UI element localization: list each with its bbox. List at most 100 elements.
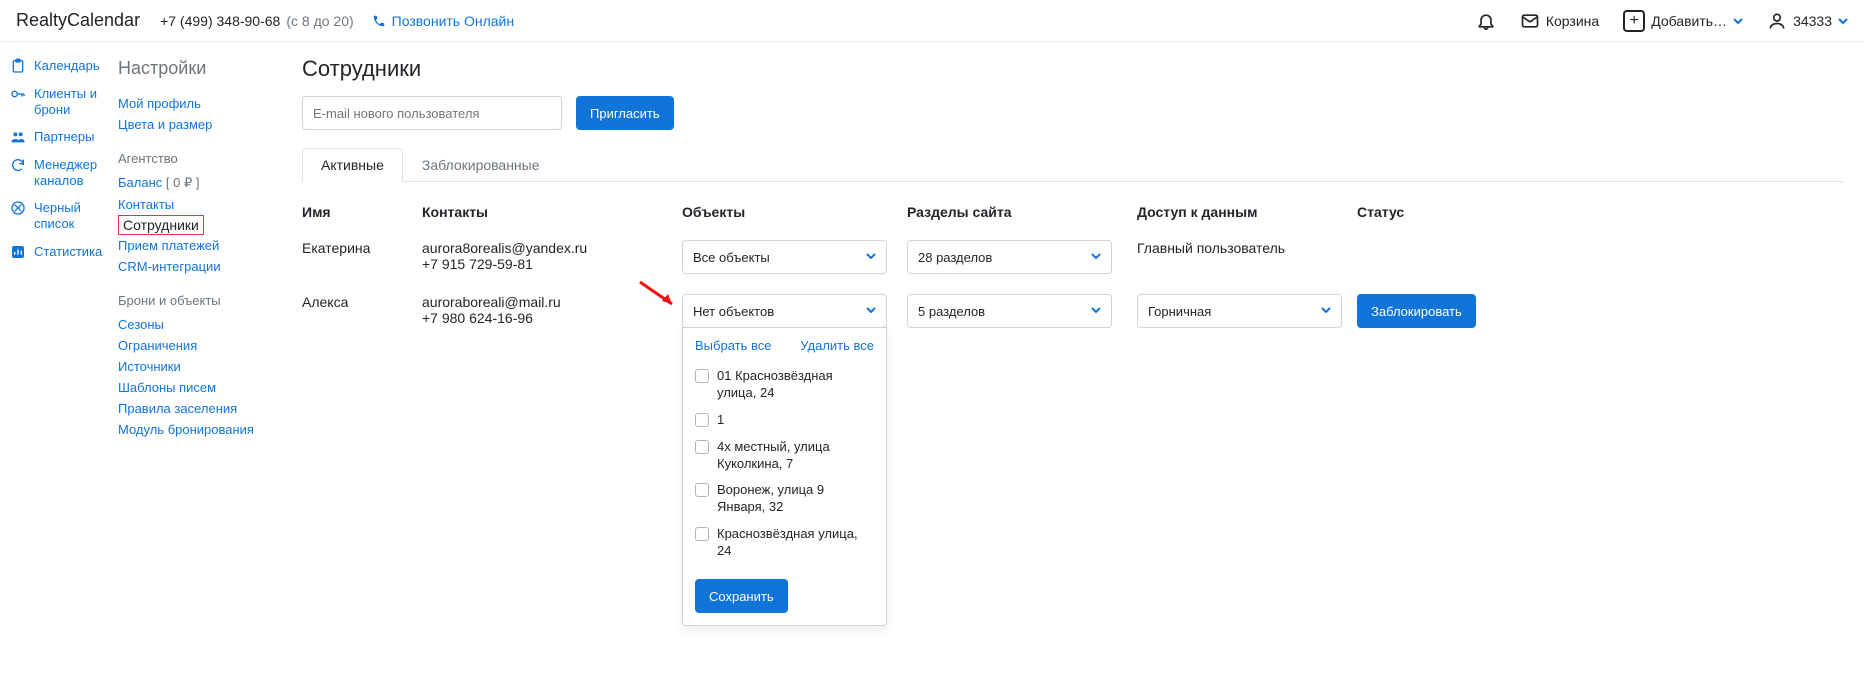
settings-module[interactable]: Модуль бронирования bbox=[118, 419, 282, 440]
checkbox[interactable] bbox=[695, 527, 709, 541]
bell-icon bbox=[1476, 11, 1496, 31]
korzina-button[interactable]: Корзина bbox=[1520, 11, 1599, 31]
tabs: Активные Заблокированные bbox=[302, 148, 1844, 182]
call-online-label: Позвонить Онлайн bbox=[392, 13, 514, 29]
dd-option-label: 1 bbox=[717, 412, 724, 429]
key-icon bbox=[10, 86, 26, 102]
chevron-down-icon bbox=[1733, 18, 1743, 24]
brand-logo[interactable]: RealtyCalendar bbox=[16, 10, 140, 31]
dd-option[interactable]: Воронеж, улица 9 Января, 32 bbox=[695, 477, 874, 521]
dd-option-label: 01 Краснозвёздная улица, 24 bbox=[717, 368, 874, 402]
dd-save-button[interactable]: Сохранить bbox=[695, 579, 788, 613]
checkbox[interactable] bbox=[695, 440, 709, 454]
notifications-button[interactable] bbox=[1476, 11, 1496, 31]
settings-limits[interactable]: Ограничения bbox=[118, 335, 282, 356]
objects-select[interactable]: Нет объектов bbox=[682, 294, 887, 328]
chart-icon bbox=[10, 244, 26, 260]
chevron-down-icon bbox=[1091, 253, 1101, 259]
dd-option-label: 4х местный, улица Куколкина, 7 bbox=[717, 439, 874, 473]
group-bookings: Брони и объекты bbox=[118, 293, 282, 308]
block-button[interactable]: Заблокировать bbox=[1357, 294, 1476, 328]
dd-option[interactable]: Краснозвёздная улица, 24 bbox=[695, 521, 874, 565]
invite-email-input[interactable] bbox=[302, 96, 562, 130]
checkbox[interactable] bbox=[695, 369, 709, 383]
user-menu[interactable]: 34333 bbox=[1767, 11, 1848, 31]
col-access: Доступ к данным bbox=[1137, 204, 1357, 220]
sections-value: 28 разделов bbox=[918, 250, 992, 265]
checkbox[interactable] bbox=[695, 413, 709, 427]
settings-title: Настройки bbox=[118, 58, 282, 79]
cell-phone: +7 915 729-59-81 bbox=[422, 256, 672, 272]
settings-balance[interactable]: Баланс [ 0 ₽ ] bbox=[118, 172, 282, 194]
dd-option[interactable]: 01 Краснозвёздная улица, 24 bbox=[695, 363, 874, 407]
nav-blacklist-label: Черный список bbox=[34, 200, 112, 231]
dd-option[interactable]: 1 bbox=[695, 407, 874, 434]
nav-channels[interactable]: Менеджер каналов bbox=[10, 151, 112, 194]
page-title: Сотрудники bbox=[302, 56, 1844, 82]
nav-calendar[interactable]: Календарь bbox=[10, 52, 112, 80]
tab-blocked[interactable]: Заблокированные bbox=[403, 148, 559, 181]
nav-partners[interactable]: Партнеры bbox=[10, 123, 112, 151]
primary-nav: Календарь Клиенты и брони Партнеры Менед… bbox=[0, 42, 112, 440]
nav-partners-label: Партнеры bbox=[34, 129, 94, 145]
objects-value: Нет объектов bbox=[693, 304, 774, 319]
settings-payments[interactable]: Прием платежей bbox=[118, 235, 282, 256]
phone-number: +7 (499) 348-90-68 bbox=[160, 13, 280, 29]
nav-channels-label: Менеджер каналов bbox=[34, 157, 112, 188]
settings-profile[interactable]: Мой профиль bbox=[118, 93, 282, 114]
nav-blacklist[interactable]: Черный список bbox=[10, 194, 112, 237]
cell-name: Алекса bbox=[302, 294, 422, 310]
dd-select-all[interactable]: Выбрать все bbox=[695, 338, 771, 353]
access-value: Горничная bbox=[1148, 304, 1211, 319]
settings-seasons[interactable]: Сезоны bbox=[118, 314, 282, 335]
add-label: Добавить… bbox=[1651, 13, 1727, 29]
objects-select[interactable]: Все объекты bbox=[682, 240, 887, 274]
nav-clients-label: Клиенты и брони bbox=[34, 86, 112, 117]
group-agency: Агентство bbox=[118, 151, 282, 166]
nav-stats[interactable]: Статистика bbox=[10, 238, 112, 266]
user-icon bbox=[1767, 11, 1787, 31]
refresh-icon bbox=[10, 157, 26, 173]
main-content: Сотрудники Пригласить Активные Заблокиро… bbox=[282, 42, 1864, 440]
invite-button[interactable]: Пригласить bbox=[576, 96, 674, 130]
table-row: Екатерина aurora8orealis@yandex.ru +7 91… bbox=[302, 230, 1844, 284]
settings-sources[interactable]: Источники bbox=[118, 356, 282, 377]
settings-staff[interactable]: Сотрудники bbox=[118, 215, 204, 235]
dd-option[interactable]: 4х местный, улица Куколкина, 7 bbox=[695, 434, 874, 478]
settings-crm[interactable]: CRM-интеграции bbox=[118, 256, 282, 277]
call-online-link[interactable]: Позвонить Онлайн bbox=[372, 13, 514, 29]
korzina-label: Корзина bbox=[1546, 13, 1599, 29]
cell-access: Главный пользователь bbox=[1137, 240, 1357, 256]
nav-clients[interactable]: Клиенты и брони bbox=[10, 80, 112, 123]
chevron-down-icon bbox=[1838, 18, 1848, 24]
chevron-down-icon bbox=[866, 307, 876, 313]
invite-form: Пригласить bbox=[302, 96, 1844, 130]
settings-contacts[interactable]: Контакты bbox=[118, 194, 282, 215]
tab-active[interactable]: Активные bbox=[302, 148, 403, 182]
chevron-down-icon bbox=[1091, 307, 1101, 313]
access-select[interactable]: Горничная bbox=[1137, 294, 1342, 328]
settings-colors[interactable]: Цвета и размер bbox=[118, 114, 282, 135]
settings-templates[interactable]: Шаблоны писем bbox=[118, 377, 282, 398]
sections-select[interactable]: 28 разделов bbox=[907, 240, 1112, 274]
checkbox[interactable] bbox=[695, 483, 709, 497]
col-name: Имя bbox=[302, 204, 422, 220]
nav-calendar-label: Календарь bbox=[34, 58, 100, 74]
cell-contacts: aurora8orealis@yandex.ru +7 915 729-59-8… bbox=[422, 240, 682, 272]
objects-value: Все объекты bbox=[693, 250, 770, 265]
settings-rules[interactable]: Правила заселения bbox=[118, 398, 282, 419]
cell-name: Екатерина bbox=[302, 240, 422, 256]
objects-dropdown: Выбрать все Удалить все 01 Краснозвёздна… bbox=[682, 327, 887, 626]
col-status: Статус bbox=[1357, 204, 1477, 220]
sections-select[interactable]: 5 разделов bbox=[907, 294, 1112, 328]
mail-icon bbox=[1520, 11, 1540, 31]
phone-icon bbox=[372, 14, 386, 28]
cell-email: auroraboreali@mail.ru bbox=[422, 294, 672, 310]
dd-delete-all[interactable]: Удалить все bbox=[800, 338, 874, 353]
col-objects: Объекты bbox=[682, 204, 907, 220]
staff-table: Имя Контакты Объекты Разделы сайта Досту… bbox=[302, 196, 1844, 338]
col-sections: Разделы сайта bbox=[907, 204, 1137, 220]
phone-hours: (с 8 до 20) bbox=[286, 13, 353, 29]
plus-icon: + bbox=[1623, 10, 1645, 32]
add-button[interactable]: + Добавить… bbox=[1623, 10, 1743, 32]
